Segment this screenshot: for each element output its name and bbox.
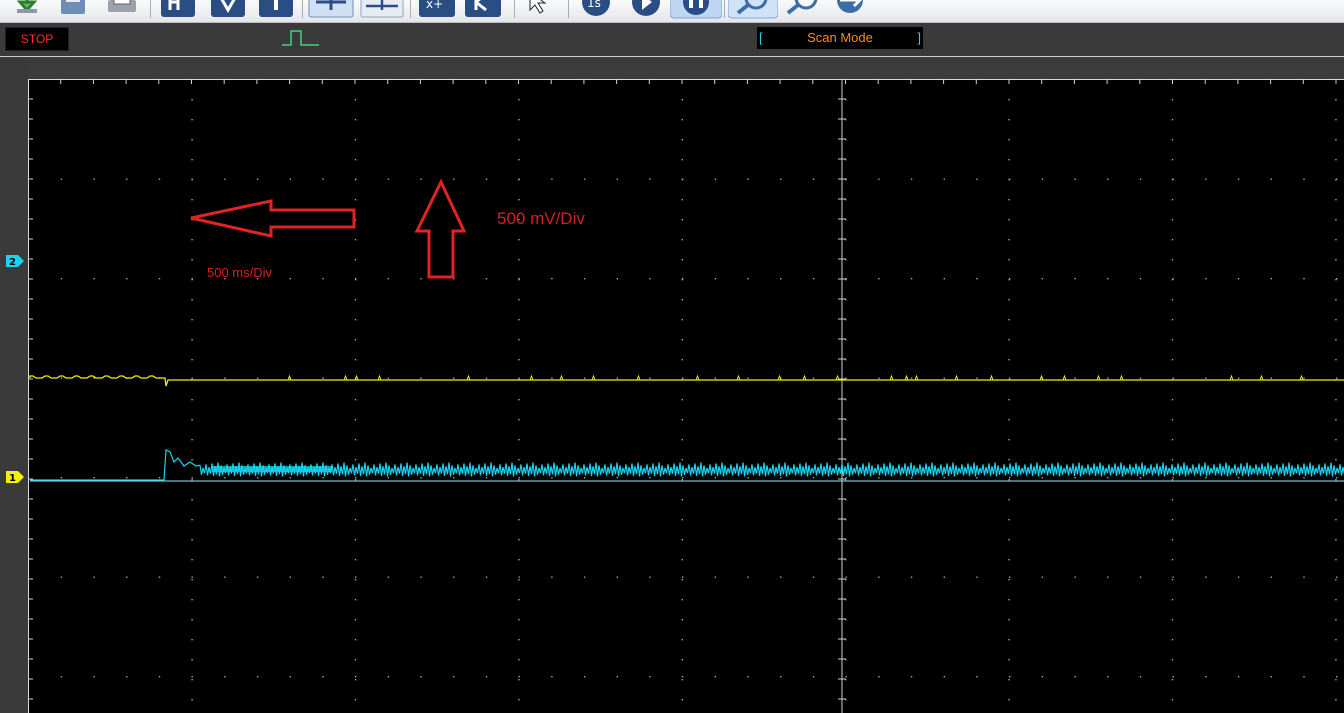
scope-screen (28, 79, 1344, 713)
quad-view-icon[interactable] (360, 0, 404, 18)
waveform-traces (29, 374, 1344, 482)
mode-label: Scan Mode (807, 30, 873, 45)
channel-marker-strip: 2 1 (0, 57, 28, 713)
zoom-fit-icon[interactable] (830, 0, 870, 20)
channel-2-marker[interactable]: 2 (6, 252, 26, 268)
toolbar-separator (150, 0, 151, 18)
vertical-cursor-icon[interactable] (210, 0, 246, 18)
toolbar-separator (410, 0, 411, 18)
run-icon[interactable] (628, 0, 668, 20)
channel-2-marker-label: 2 (9, 257, 16, 267)
time-scale-label: 500 ms/Div (207, 265, 273, 280)
graticule (28, 79, 1338, 713)
voltage-scale-label: 500 mV/Div (497, 209, 585, 228)
run-state-label: STOP (20, 32, 54, 46)
waveform-display[interactable]: 500 mV/Div 500 ms/Div (0, 0, 1344, 713)
annotation-overlay: 500 mV/Div 500 ms/Div (190, 178, 585, 280)
reference-icon[interactable] (464, 0, 502, 18)
toolbar-separator (568, 0, 569, 18)
mode-bracket-right: ] (917, 30, 921, 45)
run-state-indicator[interactable]: STOP (5, 27, 69, 51)
channel-2-dense-band (212, 466, 332, 472)
channel-2-trace (30, 449, 1344, 481)
pause-icon[interactable] (670, 0, 722, 20)
download-icon[interactable] (12, 0, 42, 16)
channel-1-trace (29, 375, 1344, 387)
up-arrow-annotation (414, 178, 467, 279)
channel-1-marker-label: 1 (9, 473, 16, 483)
grid-dots (60, 99, 1338, 701)
zoom-out-icon[interactable] (782, 0, 822, 20)
math-icon[interactable]: x+ (418, 0, 456, 18)
horizontal-cursor-icon[interactable] (160, 0, 196, 18)
scope-border (28, 79, 1344, 713)
single-shot-icon[interactable]: 1s (578, 0, 618, 20)
split-view-icon[interactable] (308, 0, 354, 18)
trigger-icon[interactable] (258, 0, 294, 18)
toolbar-separator (514, 0, 515, 18)
channel-1-marker[interactable]: 1 (6, 468, 26, 484)
axis-ticks (28, 79, 1337, 700)
toolbar-separator (724, 0, 725, 18)
print-icon[interactable] (106, 0, 138, 16)
status-bar: STOP [ Scan Mode ] (0, 23, 1344, 57)
save-icon[interactable] (58, 0, 88, 16)
left-arrow-annotation (190, 199, 356, 238)
svg-text:1s: 1s (587, 0, 601, 10)
zoom-in-icon[interactable] (728, 0, 778, 20)
channel-1-glitches (287, 374, 1304, 381)
mode-display[interactable]: [ Scan Mode ] (757, 27, 923, 49)
toolbar: x+ 1s (0, 0, 1344, 23)
svg-text:x+: x+ (426, 0, 443, 11)
select-icon[interactable] (520, 0, 560, 18)
pulse-trigger-icon[interactable] (281, 27, 321, 53)
toolbar-separator (302, 0, 303, 18)
